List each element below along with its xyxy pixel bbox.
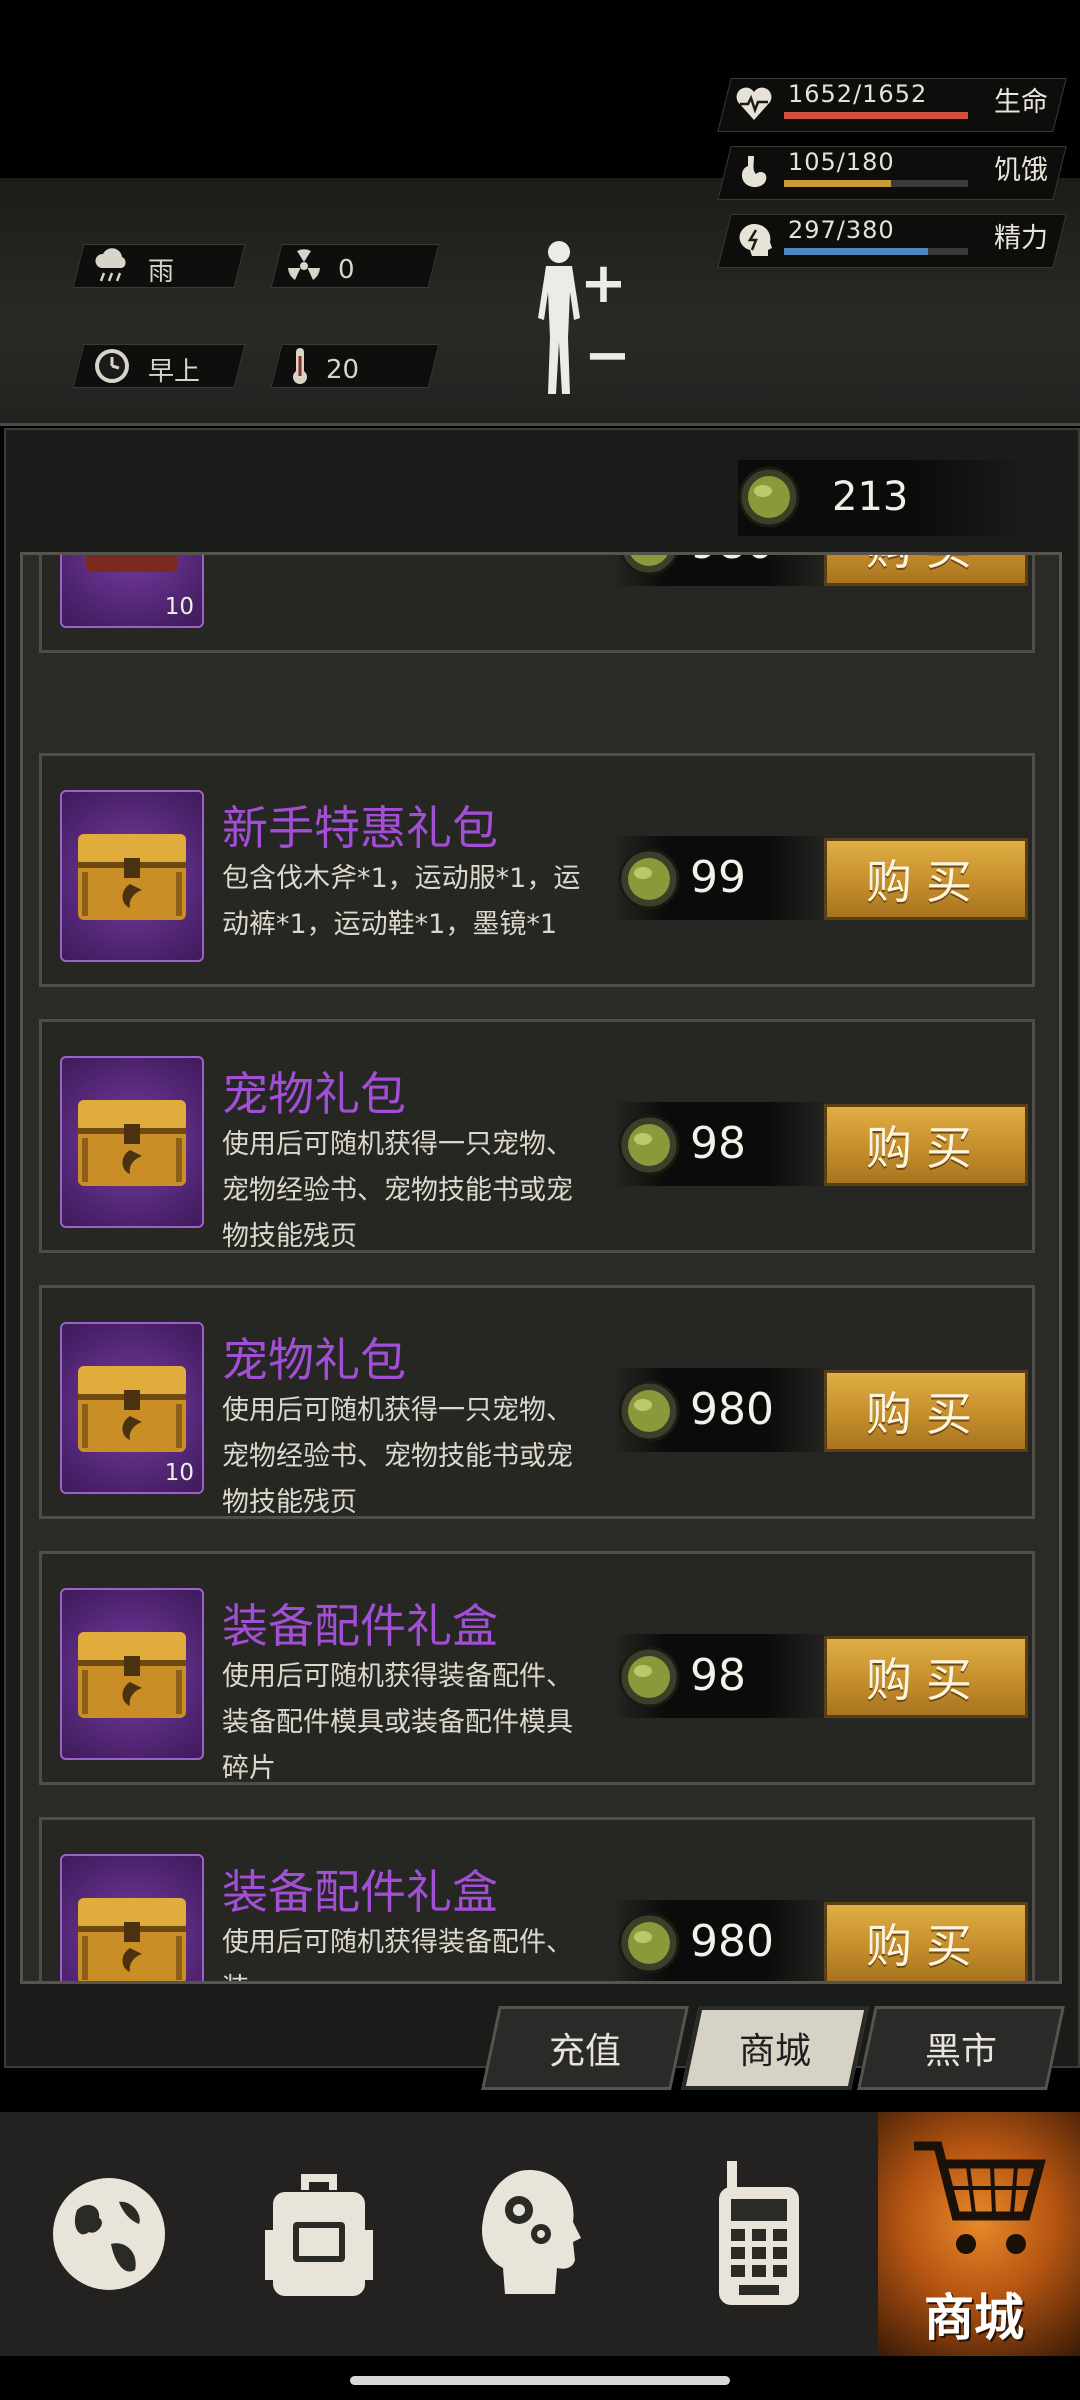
item-price: 980 <box>690 1916 774 1967</box>
bottle-cap-coin-icon <box>618 1114 680 1176</box>
coin-balance-value: 213 <box>832 474 909 520</box>
globe-icon <box>53 2178 165 2290</box>
item-title: 装备配件礼盒 <box>222 1599 498 1653</box>
stat-bar-label: 生命 <box>994 87 1048 118</box>
plus-icon[interactable]: + <box>580 256 627 312</box>
item-price: 980 <box>690 1384 774 1435</box>
shop-item-card: 新手特惠礼包包含伐木斧*1，运动服*1，运动裤*1，运动鞋*1，墨镜*1 99 购买 <box>39 753 1035 987</box>
minus-icon[interactable]: − <box>584 328 631 384</box>
heart-icon <box>736 87 772 120</box>
thermometer-icon <box>290 346 310 393</box>
treasure-chest-icon[interactable] <box>60 1854 204 1981</box>
item-description: 使用后可随机获得一只宠物、宠物经验书、宠物技能书或宠物技能残页 <box>222 1129 573 1252</box>
shop-item-card: 宠物礼包使用后可随机获得一只宠物、宠物经验书、宠物技能书或宠物技能残页 98 购买 <box>39 1019 1035 1253</box>
treasure-chest-icon[interactable] <box>60 1056 204 1228</box>
stat-bar-fill <box>784 112 968 119</box>
stat-bar-label: 饥饿 <box>994 155 1048 186</box>
nav-radio[interactable] <box>654 2112 864 2356</box>
treasure-chest-icon[interactable] <box>60 1588 204 1760</box>
bottle-cap-coin-icon <box>618 848 680 910</box>
treasure-chest-icon[interactable]: 10 <box>60 1322 204 1494</box>
weather-status: 雨 <box>92 248 174 291</box>
stat-bar-fill <box>784 180 892 187</box>
weather-label: 雨 <box>148 257 175 287</box>
radiation-value: 0 <box>338 254 355 285</box>
radiation-icon <box>286 248 322 291</box>
item-title: 宠物礼包 <box>222 1067 406 1121</box>
book-icon[interactable]: ?10 <box>60 555 204 628</box>
item-description: 使用后可随机获得装备配件、装备配件模具或装备配件模具碎片 <box>222 1661 573 1784</box>
treasure-chest-icon[interactable] <box>60 790 204 962</box>
buy-button[interactable]: 购买 <box>824 1636 1028 1718</box>
bottle-cap-coin-icon <box>618 1646 680 1708</box>
shop-item-card: 装备配件礼盒使用后可随机获得装备配件、装 980 购买 <box>39 1817 1035 1981</box>
item-description: 包含伐木斧*1，运动服*1，运动裤*1，运动鞋*1，墨镜*1 <box>222 863 581 940</box>
shopping-cart-icon <box>914 2141 1046 2254</box>
stat-bar-track <box>784 112 968 119</box>
walkie-talkie-icon <box>719 2161 799 2305</box>
item-description: 使用后可随机获得一只宠物、宠物经验书、宠物技能书或宠物技能残页 <box>222 1395 573 1518</box>
nav-skills[interactable] <box>424 2112 634 2356</box>
stat-bar-track <box>784 180 968 187</box>
tab-shop-label: 商城 <box>738 2031 811 2072</box>
backpack-icon <box>265 2174 373 2296</box>
coin-balance: 213 <box>738 460 1028 536</box>
buy-button[interactable]: 购买 <box>824 1104 1028 1186</box>
item-price: 98 <box>690 1650 746 1701</box>
item-price: 99 <box>690 852 746 903</box>
bottle-cap-coin-icon <box>618 1380 680 1442</box>
head-gears-icon <box>481 2170 581 2294</box>
clock-icon <box>92 346 132 393</box>
item-quantity: 10 <box>164 1460 194 1486</box>
tab-shop[interactable]: 商城 <box>681 2006 869 2090</box>
stat-bar-value: 1652/1652 <box>788 80 928 108</box>
nav-map[interactable] <box>4 2112 214 2356</box>
time-status: 早上 <box>92 346 200 393</box>
tab-black-market-label: 黑市 <box>924 2031 997 2072</box>
tab-recharge[interactable]: 充值 <box>481 2006 689 2090</box>
item-price: 980 <box>690 555 774 569</box>
temperature-status: 20 <box>290 346 359 393</box>
nav-shop[interactable]: 商城 <box>878 2112 1080 2356</box>
bottle-cap-coin-icon <box>618 1912 680 1974</box>
stomach-icon <box>741 156 767 188</box>
tab-recharge-label: 充值 <box>548 2031 621 2072</box>
home-indicator[interactable] <box>350 2376 730 2385</box>
stat-bar-fill <box>784 248 928 255</box>
stat-bar-value: 105/180 <box>788 148 895 176</box>
tab-black-market[interactable]: 黑市 <box>857 2006 1065 2090</box>
buy-button[interactable]: 购买 <box>824 1370 1028 1452</box>
item-title: 新手特惠礼包 <box>222 801 498 855</box>
brain-head-icon <box>739 224 772 256</box>
rain-cloud-icon <box>92 248 132 291</box>
stat-bar-label: 精力 <box>994 223 1048 254</box>
status-header: 雨 0 早上 20 + − 1652/1652 生命 105/180 饥饿 297/38… <box>0 78 1080 426</box>
nav-shop-label: 商城 <box>924 2289 1024 2347</box>
buy-button[interactable]: 购买 <box>824 1902 1028 1981</box>
temperature-value: 20 <box>326 354 360 385</box>
radiation-status: 0 <box>286 248 355 291</box>
stat-bar-value: 297/380 <box>788 216 895 244</box>
item-title: 装备配件礼盒 <box>222 1865 498 1919</box>
buy-button[interactable]: 购买 <box>824 555 1028 586</box>
shop-item-card: ?10使用后有较高机率开出高级知识或技能书籍980购买 <box>39 555 1035 653</box>
stat-bar-track <box>784 248 968 255</box>
bottle-cap-coin-icon <box>738 466 800 528</box>
item-description: 使用后可随机获得装备配件、装 <box>222 1927 573 1981</box>
shop-item-card: 10 宠物礼包使用后可随机获得一只宠物、宠物经验书、宠物技能书或宠物技能残页 980… <box>39 1285 1035 1519</box>
shop-item-list[interactable]: ?10使用后有较高机率开出高级知识或技能书籍980购买新手特惠礼包包含伐木斧*1… <box>20 552 1062 1984</box>
item-price: 98 <box>690 1118 746 1169</box>
nav-backpack[interactable] <box>214 2112 424 2356</box>
bottle-cap-coin-icon <box>620 555 678 576</box>
time-label: 早上 <box>148 357 201 387</box>
item-title: 宠物礼包 <box>222 1333 406 1387</box>
shop-item-card: 装备配件礼盒使用后可随机获得装备配件、装备配件模具或装备配件模具碎片 98 购买 <box>39 1551 1035 1785</box>
item-quantity: 10 <box>164 594 194 620</box>
buy-button[interactable]: 购买 <box>824 838 1028 920</box>
